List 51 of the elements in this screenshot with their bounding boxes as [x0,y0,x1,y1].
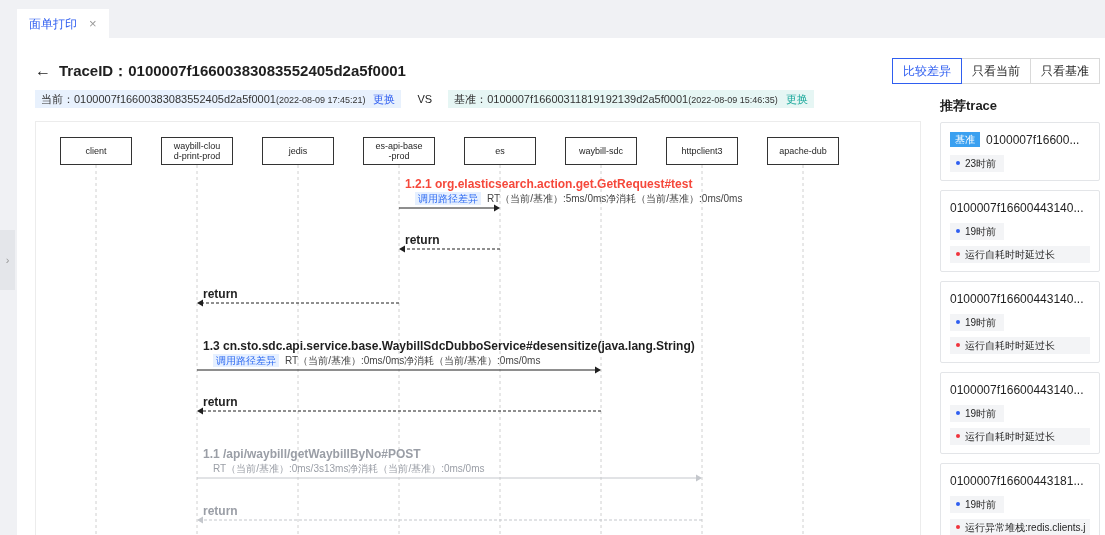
issue-tag: 运行自耗时时延过长 [950,336,1090,354]
trace-card[interactable]: 0100007f16600443140... 19时前 运行自耗时时延过长 [940,189,1100,272]
change-link[interactable]: 更换 [373,90,396,108]
trace-card[interactable]: 0100007f16600443140... 19时前 运行自耗时时延过长 [940,280,1100,363]
participant-box: apache-dub [767,137,839,165]
participant-box: es-api-base -prod [363,137,435,165]
diff-tag: 调用路径差异 [213,354,279,367]
trace-id: 0100007f16600443181... [950,472,1084,490]
view-mode-button[interactable]: 比较差异 [892,58,962,84]
trace-card[interactable]: 0100007f16600443140... 19时前 运行自耗时时延过长 [940,371,1100,454]
base-badge: 基准 [950,132,980,147]
time-tag: 19时前 [950,313,1004,331]
issue-tag: 运行自耗时时延过长 [950,427,1090,445]
message-label: 1.1 /api/waybill/getWaybillByNo#POST [203,447,421,461]
recommend-title: 推荐trace [940,97,999,115]
timing-text: RT（当前/基准）:0ms/3s13ms净消耗（当前/基准）:0ms/0ms [213,462,485,475]
time-tag: 23时前 [950,154,1004,172]
current-trace-text: 当前：0100007f16600383083552405d2a5f0001(2022-08-09 17:45:21) [41,91,366,107]
time-tag: 19时前 [950,404,1004,422]
issue-tag: 运行异常堆栈:redis.clients.j [950,518,1090,535]
message-label: return [203,504,238,518]
message-label: 1.2.1 org.elasticsearch.action.get.GetRequest#test [405,177,693,191]
trace-id-title: TraceID：0100007f16600383083552405d2a5f0001 [59,60,406,81]
trace-id: 0100007f16600443140... [950,290,1084,308]
diff-tag: 调用路径差异 [415,192,481,205]
trace-id: 0100007f16600443140... [950,381,1084,399]
time-tag: 19时前 [950,495,1004,513]
trace-card[interactable]: 0100007f16600443181... 19时前 运行异常堆栈:redis.clients.j [940,462,1100,535]
message-label: return [203,395,238,409]
participant-box: jedis [262,137,334,165]
timing-text: RT（当前/基准）:0ms/0ms净消耗（当前/基准）:0ms/0ms [285,354,541,367]
tab[interactable]: 面单打印 × [17,9,109,38]
view-mode-button[interactable]: 只看基准 [1030,58,1100,84]
message-label: return [203,287,238,301]
back-button[interactable]: ← [35,59,51,83]
time-tag: 19时前 [950,222,1004,240]
timing-text: RT（当前/基准）:5ms/0ms净消耗（当前/基准）:0ms/0ms [487,192,743,205]
message-label: return [405,233,440,247]
participant-box: es [464,137,536,165]
trace-id: 0100007f16600... [986,131,1080,149]
vs-label: VS [416,91,434,107]
base-trace-text: 基准：0100007f16600311819192139d2a5f0001(2022-08-09 15:46:35) [454,91,778,107]
participant-box: waybill-clou d-print-prod [161,137,233,165]
participant-box: client [60,137,132,165]
participant-box: httpclient3 [666,137,738,165]
view-mode-button[interactable]: 只看当前 [961,58,1031,84]
participant-box: waybill-sdc [565,137,637,165]
trace-id: 0100007f16600443140... [950,199,1084,217]
issue-tag: 运行自耗时时延过长 [950,245,1090,263]
message-label: 1.3 cn.sto.sdc.api.service.base.WaybillSdcDubboService#desensitize(java.lang.String) [203,339,695,353]
trace-card[interactable]: 基准 0100007f16600... 23时前 [940,121,1100,181]
